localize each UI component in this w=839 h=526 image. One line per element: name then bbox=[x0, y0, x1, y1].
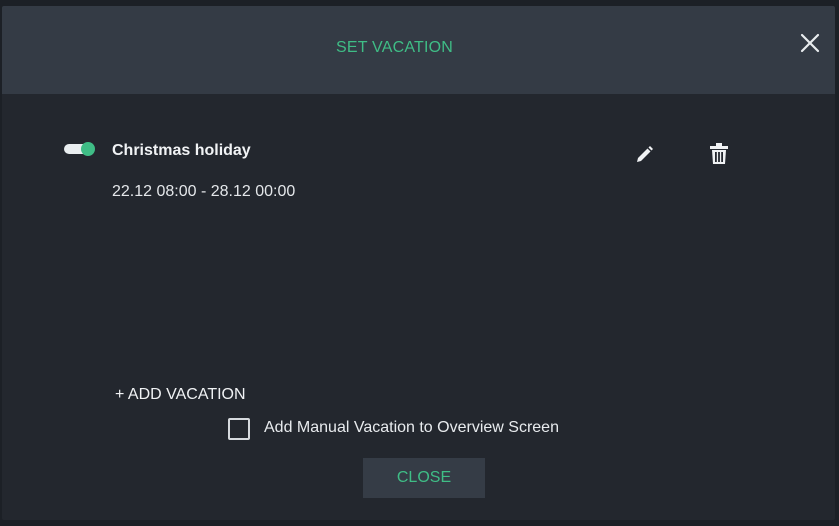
dialog-title: SET VACATION bbox=[335, 39, 454, 56]
add-vacation-button[interactable]: + ADD VACATION bbox=[115, 386, 246, 404]
vacation-enabled-toggle[interactable] bbox=[64, 142, 95, 156]
manual-vacation-option: Add Manual Vacation to Overview Screen bbox=[228, 415, 648, 441]
dialog-header: SET VACATION bbox=[2, 6, 835, 94]
manual-vacation-label[interactable]: Add Manual Vacation to Overview Screen bbox=[264, 419, 559, 437]
set-vacation-dialog: SET VACATION Christmas holiday 22.12 08:… bbox=[2, 6, 835, 520]
close-button[interactable]: CLOSE bbox=[363, 458, 485, 498]
pencil-icon[interactable] bbox=[633, 144, 655, 166]
trash-icon[interactable] bbox=[708, 142, 730, 166]
vacation-date-range: 22.12 08:00 - 28.12 00:00 bbox=[112, 183, 296, 200]
manual-vacation-checkbox[interactable] bbox=[228, 418, 250, 440]
vacation-name: Christmas holiday bbox=[112, 142, 251, 159]
vacation-item: Christmas holiday 22.12 08:00 - 28.12 00… bbox=[62, 132, 742, 202]
toggle-knob bbox=[81, 142, 95, 156]
close-icon[interactable] bbox=[799, 32, 821, 54]
